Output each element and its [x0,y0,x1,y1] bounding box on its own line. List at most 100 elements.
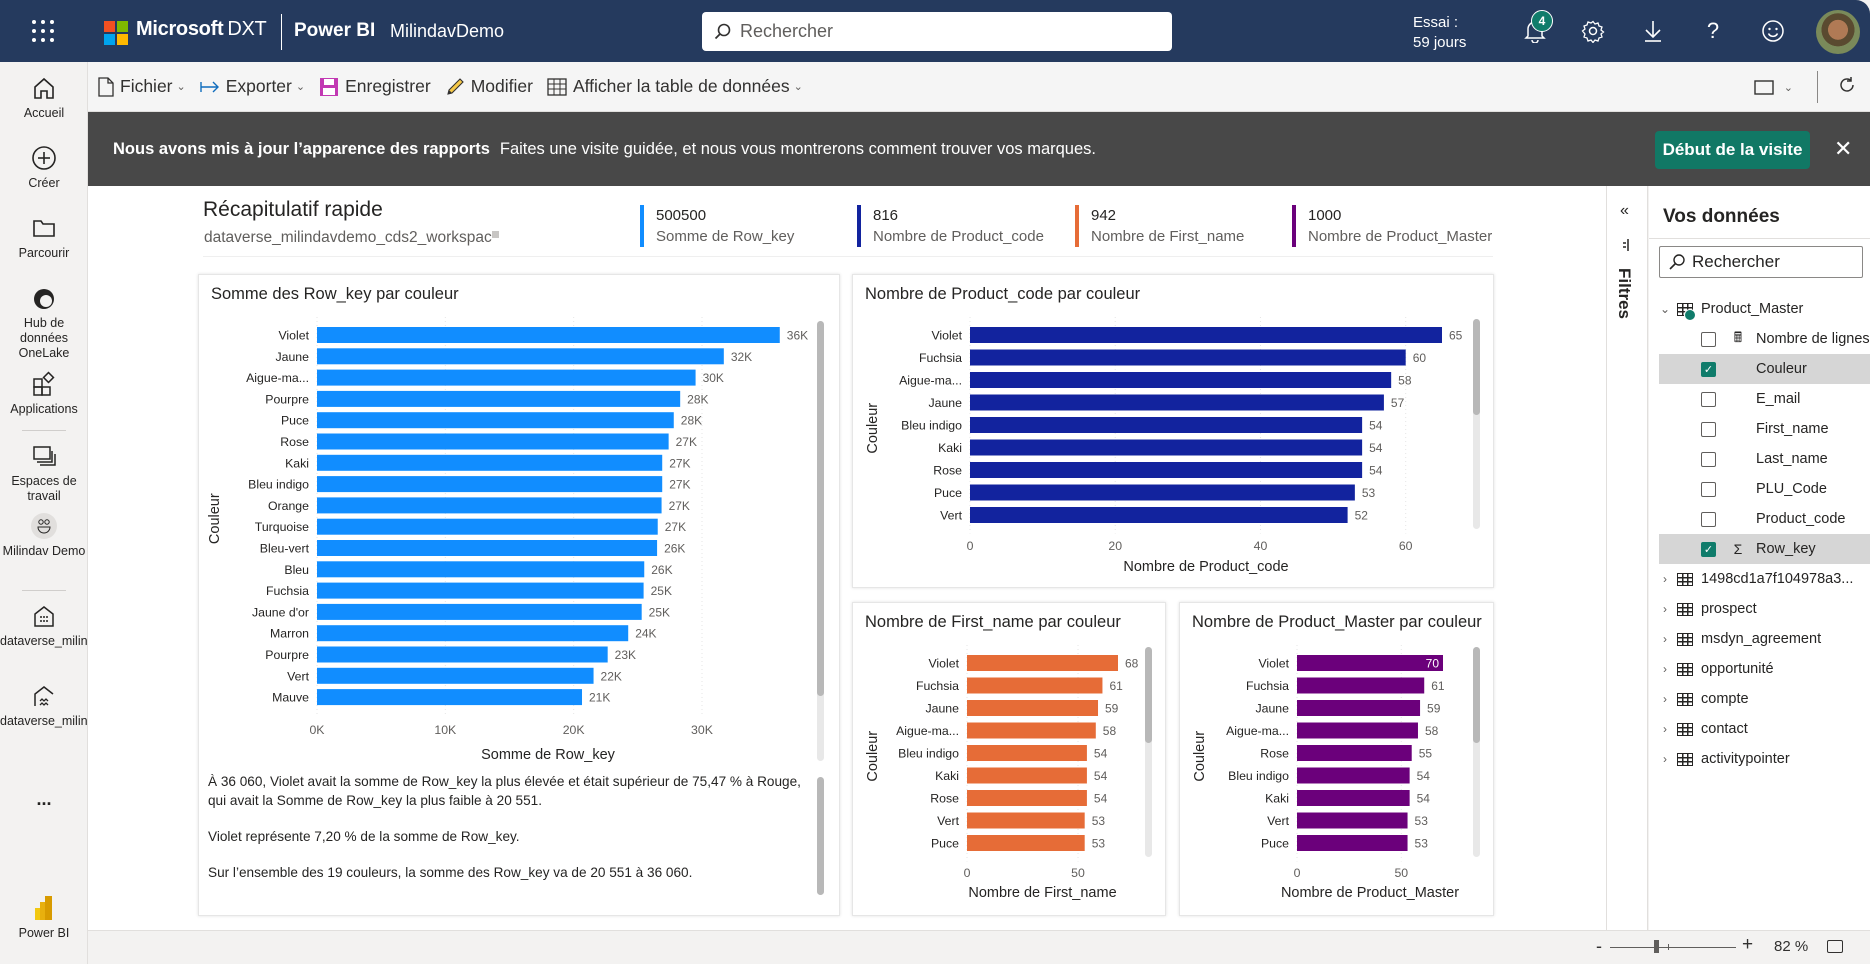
product-name[interactable]: Power BI [294,20,375,42]
nav-item-dataverse-lakehouse[interactable]: dataverse_milindavdem... [0,682,142,729]
field-checkbox[interactable] [1701,481,1716,497]
bar [1297,655,1443,671]
bar [967,722,1096,739]
field-product-code[interactable]: Product_code [1659,504,1870,534]
data-label: 70 [1426,657,1440,671]
nav-divider [22,590,66,591]
y-category-label: Rose [1260,747,1289,761]
table-icon [1677,572,1693,586]
zoom-slider-thumb[interactable] [1654,940,1660,953]
save-button[interactable]: Enregistrer [319,76,431,97]
field-first-name[interactable]: First_name [1659,414,1870,444]
chart-scrollbar[interactable] [1473,647,1480,857]
table-product-master[interactable]: ⌄ Product_Master [1659,294,1870,324]
filters-label[interactable]: Filtres [1614,268,1634,319]
x-tick-label: 0K [309,723,325,737]
field-last-name[interactable]: Last_name [1659,444,1870,474]
data-search-input[interactable]: Rechercher [1659,246,1863,278]
workspace-name[interactable]: MilindavDemo [390,21,504,42]
export-menu[interactable]: Exporter ⌄ [200,76,305,97]
toolbar-divider [1817,71,1818,103]
chart-scrollbar[interactable] [817,321,824,761]
nav-item-parcourir[interactable]: Parcourir [0,214,88,261]
field-plu-code[interactable]: PLU_Code [1659,474,1870,504]
y-category-label: Puce [281,414,309,428]
bar [317,540,658,556]
zoom-level[interactable]: 82 % [1774,938,1808,955]
chart-scrollbar[interactable] [1473,319,1480,529]
y-category-label: Jaune [928,396,962,410]
nav-label: Accueil [23,106,65,120]
table-item[interactable]: › activitypointer [1659,744,1870,774]
chart-card-product-code[interactable]: Nombre de Product_code par couleur 0 20 40… [852,274,1494,588]
bar [317,390,681,407]
field-row-key[interactable]: ✓ Σ Row_key [1659,534,1870,564]
field-checkbox[interactable]: ✓ [1701,361,1716,377]
nav-item-onelake-hub[interactable]: Hub de données OneLake [0,284,88,361]
global-search-input[interactable]: Rechercher [702,12,1172,51]
close-icon[interactable]: ✕ [1834,136,1852,162]
field-checkbox[interactable] [1701,451,1716,467]
chart-scrollbar[interactable] [1145,647,1152,857]
zoom-in-button[interactable]: + [1742,934,1753,956]
powerbi-home-link[interactable]: Power BI [0,894,88,941]
collapse-panes-icon[interactable]: « [1620,202,1629,220]
edit-button[interactable]: Modifier [445,76,533,97]
x-tick-label: 60 [1399,539,1413,553]
user-avatar[interactable] [1816,10,1860,54]
table-item[interactable]: › opportunité [1659,654,1870,684]
help-icon[interactable]: ? [1700,18,1726,44]
field-checkbox[interactable] [1701,511,1716,527]
chart-card-first-name[interactable]: Nombre de First_name par couleur 0 50 Viol… [852,602,1166,916]
feedback-smiley-icon[interactable] [1760,18,1786,44]
show-data-table-menu[interactable]: Afficher la table de données ⌄ [547,76,803,97]
chevron-right-icon: › [1663,632,1667,646]
nav-item-workspaces[interactable]: Espaces de travail [0,442,88,504]
field-nombre-de-lignes[interactable]: 🖩 Nombre de lignes [1659,324,1870,354]
nav-item-applications[interactable]: Applications [0,370,88,417]
summary-divider [203,256,1493,257]
refresh-icon[interactable] [1838,76,1856,99]
data-label: 54 [1094,747,1108,761]
nav-item-creer[interactable]: Créer [0,144,88,191]
nav-item-dataverse-warehouse[interactable]: dataverse_milindavdem... [0,602,142,649]
nav-item-milindav-demo[interactable]: Milindav Demo [0,512,88,559]
table-item[interactable]: › prospect [1659,594,1870,624]
summary-subtitle: dataverse_milindavdemo_cds2_workspac [204,229,499,247]
field-checkbox[interactable]: ✓ [1701,541,1716,557]
fit-to-page-icon[interactable] [1827,940,1843,953]
y-category-label: Turquoise [255,520,309,534]
download-icon[interactable] [1640,18,1666,44]
file-menu[interactable]: Fichier ⌄ [98,76,186,97]
narrative-paragraph: Sur l’ensemble des 19 couleurs, la somme… [208,865,693,880]
bar [1297,835,1408,851]
field-checkbox[interactable] [1701,391,1716,407]
start-tour-button[interactable]: Début de la visite [1655,131,1810,169]
table-item[interactable]: › contact [1659,714,1870,744]
narrative-scrollbar[interactable] [817,777,824,895]
settings-gear-icon[interactable] [1580,18,1606,44]
view-mode-menu[interactable]: ⌄ [1754,79,1793,95]
x-axis-title: Nombre de First_name [968,885,1116,901]
table-name: activitypointer [1701,751,1790,767]
more-options-icon[interactable]: ... [0,790,88,808]
nav-item-accueil[interactable]: Accueil [0,74,88,121]
table-item[interactable]: › msdyn_agreement [1659,624,1870,654]
powerbi-logo-icon [35,896,52,920]
chart-card-product-master[interactable]: Nombre de Product_Master par couleur 0 50… [1179,602,1494,916]
table-item[interactable]: › compte [1659,684,1870,714]
field-e-mail[interactable]: E_mail [1659,384,1870,414]
edit-pencil-icon [446,77,464,95]
app-launcher-icon[interactable] [32,20,54,42]
field-checkbox[interactable] [1701,421,1716,437]
sigma-icon: Σ [1733,541,1743,557]
data-label: 54 [1417,792,1431,806]
zoom-slider-track[interactable] [1610,947,1736,948]
field-couleur[interactable]: ✓ Couleur [1659,354,1870,384]
zoom-out-button[interactable]: - [1596,936,1602,957]
field-checkbox[interactable] [1701,331,1716,347]
trial-status[interactable]: Essai : 59 jours [1413,13,1466,53]
y-category-label: Bleu indigo [1228,769,1289,783]
table-item[interactable]: › 1498cd1a7f104978a3... [1659,564,1870,594]
data-label: 61 [1431,679,1445,693]
